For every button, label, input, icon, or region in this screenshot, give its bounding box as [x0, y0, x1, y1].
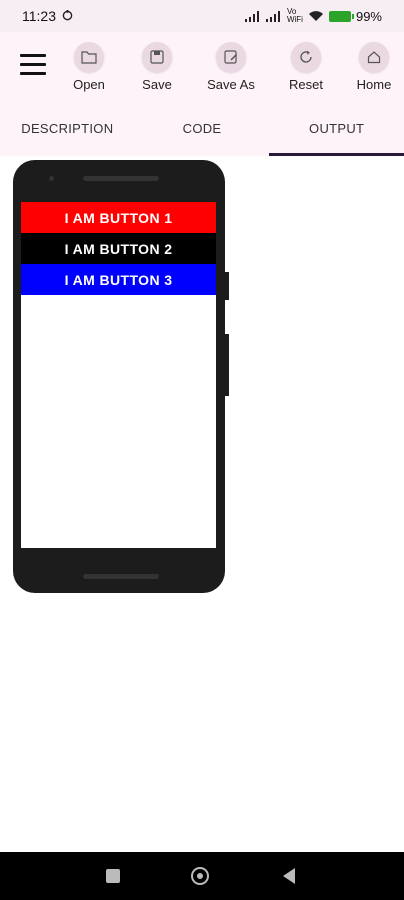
- wifi-icon: [308, 10, 324, 22]
- save-icon: [142, 42, 172, 72]
- toolbar: Open Save Save As Reset Home: [0, 32, 404, 100]
- save-label: Save: [142, 77, 172, 92]
- phone-power-button: [225, 334, 229, 396]
- tab-code[interactable]: CODE: [135, 100, 270, 156]
- back-icon[interactable]: [283, 868, 295, 884]
- phone-volume-button: [225, 272, 229, 300]
- tab-bar: DESCRIPTION CODE OUTPUT: [0, 100, 404, 156]
- signal-icon: [265, 10, 282, 22]
- save-button[interactable]: Save: [127, 42, 187, 98]
- system-nav-bar: [0, 852, 404, 900]
- phone-camera: [49, 176, 54, 181]
- preview-screen: I AM BUTTON 1 I AM BUTTON 2 I AM BUTTON …: [21, 202, 216, 548]
- home-label: Home: [356, 77, 392, 92]
- home-button[interactable]: Home: [344, 42, 404, 98]
- tab-output[interactable]: OUTPUT: [269, 100, 404, 156]
- preview-button-1[interactable]: I AM BUTTON 1: [21, 202, 216, 233]
- phone-bottom-speaker: [83, 574, 159, 579]
- battery-icon: [328, 10, 354, 22]
- status-bar: 11:23 Vo WiFi 99%: [0, 0, 404, 32]
- home-icon: [359, 42, 389, 72]
- status-left: 11:23: [22, 8, 73, 24]
- preview-button-2[interactable]: I AM BUTTON 2: [21, 233, 216, 264]
- refresh-icon: [291, 42, 321, 72]
- preview-button-3[interactable]: I AM BUTTON 3: [21, 264, 216, 295]
- volte-icon: Vo WiFi: [286, 7, 303, 24]
- signal-icon: [244, 10, 261, 22]
- recents-icon[interactable]: [106, 869, 120, 883]
- save-as-button[interactable]: Save As: [201, 42, 261, 98]
- status-right: Vo WiFi 99%: [244, 7, 382, 24]
- home-nav-icon[interactable]: [191, 867, 209, 885]
- phone-speaker: [83, 176, 159, 181]
- tab-description[interactable]: DESCRIPTION: [0, 100, 135, 156]
- save-as-label: Save As: [207, 77, 255, 92]
- open-label: Open: [73, 77, 105, 92]
- hamburger-menu-icon[interactable]: [20, 54, 46, 76]
- reset-label: Reset: [289, 77, 323, 92]
- reset-button[interactable]: Reset: [276, 42, 336, 98]
- save-as-icon: [216, 42, 246, 72]
- sync-icon: [62, 8, 73, 24]
- folder-open-icon: [74, 42, 104, 72]
- open-button[interactable]: Open: [59, 42, 119, 98]
- battery-level: 99%: [355, 8, 382, 24]
- status-time: 11:23: [22, 8, 56, 24]
